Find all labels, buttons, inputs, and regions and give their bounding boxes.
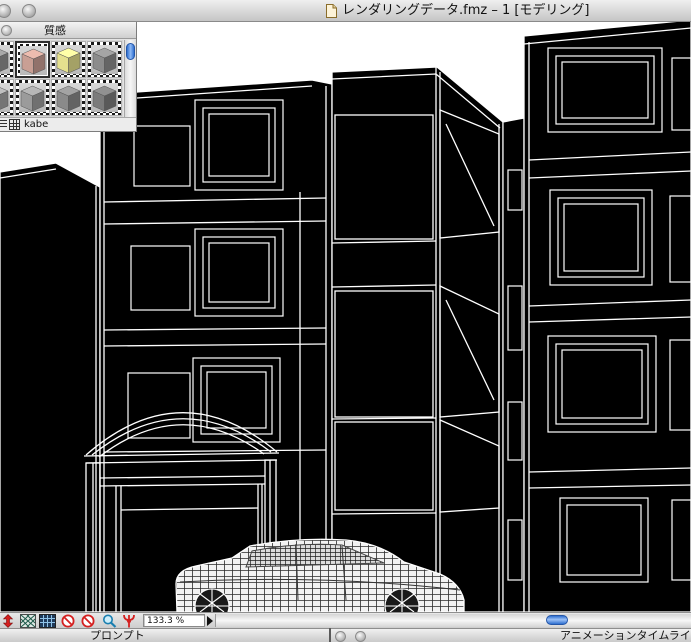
minimize-button[interactable]	[22, 4, 36, 18]
material-preview-cube	[92, 85, 117, 112]
prompt-window-titlebar[interactable]: プロンプト	[0, 628, 329, 642]
right-building	[523, 22, 691, 612]
horizontal-scrollbar[interactable]	[215, 614, 691, 627]
material-swatch[interactable]	[51, 41, 86, 78]
material-swatch[interactable]	[0, 79, 14, 116]
timeline-window-title: アニメーションタイムライ	[560, 630, 691, 642]
list-view-icon[interactable]	[0, 120, 7, 129]
material-preview-cube	[0, 49, 9, 72]
zoom-value: 133.3 %	[147, 616, 185, 626]
material-preview-cube	[92, 47, 117, 74]
document-icon	[326, 4, 337, 18]
palette-title: 質感	[44, 24, 66, 37]
palette-titlebar[interactable]: 質感	[0, 22, 136, 39]
no-entry-icon[interactable]	[61, 614, 75, 628]
material-preview-cube	[20, 85, 45, 112]
material-preview-cube	[21, 48, 46, 75]
palette-scrollbar[interactable]	[124, 40, 136, 117]
material-swatch[interactable]	[15, 41, 50, 78]
palette-footer: kabe	[0, 117, 136, 131]
zoom-menu-triangle-icon[interactable]	[207, 616, 213, 626]
no-entry-icon[interactable]	[81, 614, 95, 628]
hatch-toggle-icon[interactable]	[20, 614, 36, 628]
magnifier-icon[interactable]	[102, 614, 117, 628]
main-block-left	[99, 79, 333, 612]
material-swatch-grid	[0, 40, 123, 117]
material-swatch[interactable]	[0, 41, 14, 78]
material-preview-cube	[56, 85, 81, 112]
scrollbar-thumb[interactable]	[126, 43, 135, 60]
minimize-button[interactable]	[355, 631, 366, 642]
handle-tool-icon[interactable]	[121, 614, 137, 628]
grid-toggle-icon[interactable]	[39, 614, 56, 628]
material-swatch[interactable]	[87, 41, 122, 78]
prompt-window-title: プロンプト	[90, 630, 145, 642]
viewport-toolbar: 133.3 %	[0, 612, 691, 628]
window-title: レンダリングデータ.fmz – 1 [モデリング]	[342, 3, 590, 18]
material-swatch[interactable]	[87, 79, 122, 116]
zoom-field[interactable]: 133.3 %	[143, 614, 205, 627]
arrow-tool-icon[interactable]	[2, 614, 14, 628]
material-preview-cube	[56, 47, 81, 74]
close-button[interactable]	[0, 4, 11, 18]
scrollbar-thumb[interactable]	[546, 615, 568, 625]
modeling-window: レンダリングデータ.fmz – 1 [モデリング] 質感 kabe 133.3 …	[0, 0, 691, 642]
materials-palette: 質感 kabe	[0, 22, 137, 132]
connector-block	[502, 117, 525, 612]
material-swatch[interactable]	[15, 79, 50, 116]
material-preview-cube	[0, 87, 9, 110]
window-titlebar[interactable]: レンダリングデータ.fmz – 1 [モデリング]	[0, 0, 691, 22]
timeline-window-titlebar[interactable]: アニメーションタイムライ	[331, 628, 691, 642]
current-material-name: kabe	[24, 119, 49, 130]
grid-view-icon[interactable]	[9, 119, 20, 130]
close-button[interactable]	[335, 631, 346, 642]
material-swatch[interactable]	[51, 79, 86, 116]
left-building	[0, 162, 101, 612]
main-block-center	[331, 66, 504, 612]
close-icon[interactable]	[1, 25, 12, 36]
